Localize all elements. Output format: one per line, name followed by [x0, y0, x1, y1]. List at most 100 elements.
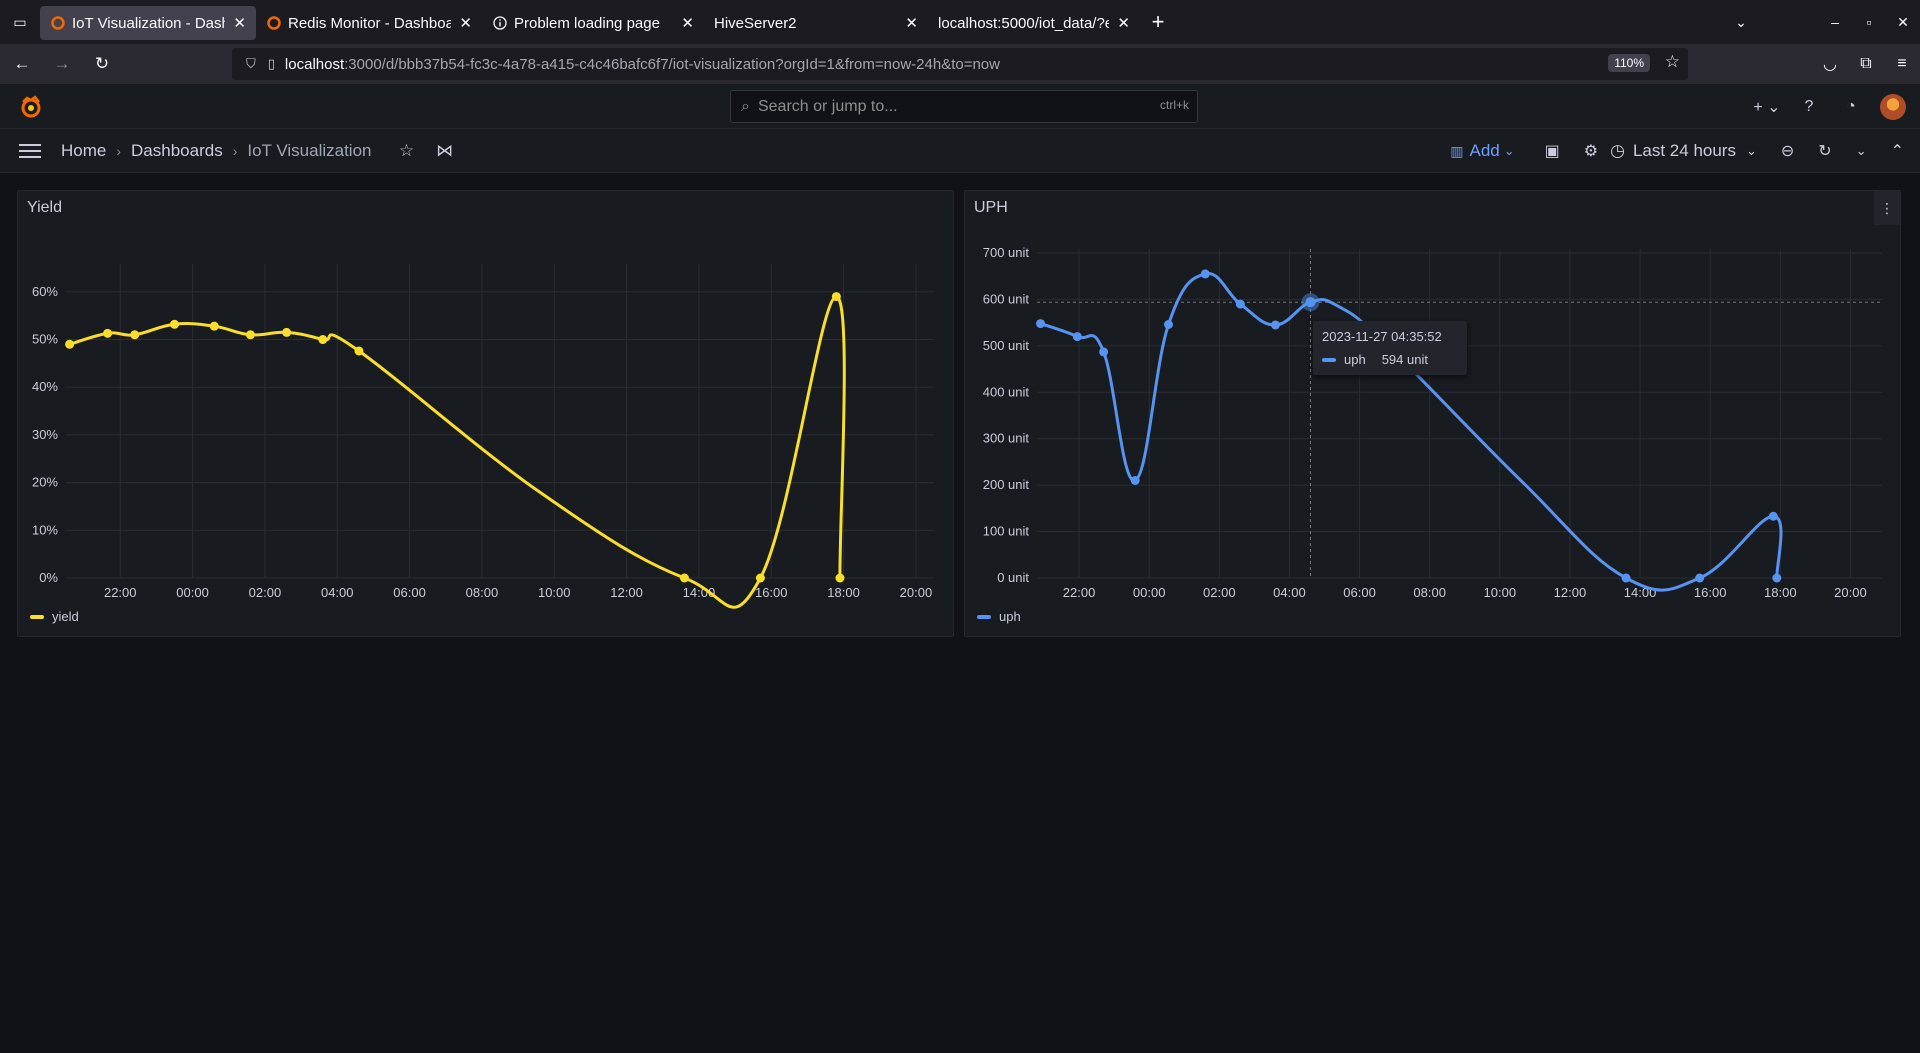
x-tick-label: 12:00 [610, 585, 643, 600]
help-icon[interactable]: ? [1788, 98, 1830, 116]
browser-nav-bar: ← → ↻ ⛉ ▯ localhost:3000/d/bbb37b54-fc3c… [0, 44, 1920, 84]
x-tick-label: 10:00 [1484, 585, 1517, 600]
chevron-down-icon[interactable]: ⌄ [1724, 14, 1758, 31]
collapse-icon[interactable]: ⌃ [1891, 141, 1904, 161]
refresh-icon[interactable]: ↻ [1818, 141, 1831, 161]
data-point [1235, 299, 1245, 309]
menu-icon[interactable]: ≡ [1884, 55, 1920, 73]
data-point [318, 335, 328, 345]
uph-chart[interactable]: 0 unit 100 unit 200 unit 300 unit 400 unit 50… [965, 191, 1902, 638]
x-tick-label: 08:00 [1413, 585, 1446, 600]
x-tick-label: 18:00 [1764, 585, 1797, 600]
browser-tab-redis[interactable]: Redis Monitor - Dashboard ✕ [256, 6, 482, 40]
x-tick-label: 02:00 [1203, 585, 1236, 600]
browser-tab-hive[interactable]: HiveServer2 ✕ [704, 6, 928, 40]
breadcrumb-dashboards[interactable]: Dashboards [131, 141, 223, 161]
address-bar[interactable]: ⛉ ▯ localhost:3000/d/bbb37b54-fc3c-4a78-… [232, 48, 1688, 80]
bookmark-star-icon[interactable]: ☆ [1665, 52, 1680, 72]
close-tab-icon[interactable]: ✕ [681, 14, 694, 32]
page-icon: ▯ [267, 56, 275, 71]
y-tick-label: 60% [32, 284, 58, 299]
browser-tab-localhost5000[interactable]: localhost:5000/iot_data/?end ✕ [928, 6, 1140, 40]
x-tick-label: 20:00 [1834, 585, 1867, 600]
y-tick-label: 50% [32, 332, 58, 347]
zoom-out-icon[interactable]: ⊖ [1781, 141, 1794, 161]
tab-list-icon[interactable]: ▭ [0, 0, 40, 44]
avatar[interactable] [1880, 93, 1906, 120]
grafana-icon [50, 15, 66, 31]
data-point [1200, 269, 1210, 279]
x-tick-label: 10:00 [538, 585, 571, 600]
legend-item[interactable]: uph [977, 609, 1021, 624]
y-tick-label: 30% [32, 427, 58, 442]
data-point [835, 573, 845, 583]
legend-item[interactable]: yield [30, 609, 79, 624]
x-tick-label: 06:00 [1343, 585, 1376, 600]
share-icon[interactable]: ⋈ [426, 141, 464, 161]
close-tab-icon[interactable]: ✕ [459, 14, 472, 32]
news-rss-icon[interactable]: ◔ [1830, 98, 1872, 116]
uph-panel[interactable]: UPH ⋮ 0 unit 100 unit 200 unit 300 unit 400 … [964, 190, 1901, 637]
breadcrumb-bar: Home › Dashboards › IoT Visualization ☆ … [0, 129, 1920, 173]
close-tab-icon[interactable]: ✕ [1117, 14, 1130, 32]
restore-icon[interactable]: ▫ [1852, 14, 1886, 30]
yield-panel[interactable]: Yield 0% 10% 20% 30% 40% 50% 60% 22:00 00:00 02:0… [17, 190, 954, 637]
minimize-icon[interactable]: – [1818, 14, 1852, 30]
y-tick-label: 600 unit [983, 291, 1030, 306]
x-tick-label: 08:00 [466, 585, 499, 600]
grafana-logo-icon[interactable] [18, 94, 44, 120]
reload-icon[interactable]: ↻ [84, 48, 120, 80]
y-tick-label: 200 unit [983, 477, 1030, 492]
browser-tab-iot[interactable]: IoT Visualization - Dashboard ✕ [40, 6, 256, 40]
legend-swatch [30, 614, 44, 619]
x-tick-label: 22:00 [104, 585, 137, 600]
add-button[interactable]: ▥ Add ⌄ [1450, 141, 1514, 161]
time-range-picker[interactable]: ◷ Last 24 hours ⌄ [1610, 141, 1757, 161]
chart-tooltip: 2023-11-27 04:35:52 uph 594 unit [1313, 321, 1467, 375]
star-icon[interactable]: ☆ [388, 141, 426, 161]
x-tick-label: 22:00 [1063, 585, 1096, 600]
hamburger-menu-icon[interactable] [19, 140, 41, 162]
x-tick-label: 16:00 [755, 585, 788, 600]
breadcrumb-home[interactable]: Home [61, 141, 106, 161]
data-point [755, 573, 765, 583]
y-tick-label: 40% [32, 379, 58, 394]
grafana-top-bar: ⌕ Search or jump to... ctrl+k + ⌄ ? ◔ [0, 84, 1920, 129]
hover-point-core [1305, 297, 1316, 308]
data-point [1036, 319, 1046, 329]
close-tab-icon[interactable]: ✕ [905, 14, 918, 32]
browser-tab-strip: ▭ IoT Visualization - Dashboard ✕ Redis … [0, 0, 1920, 44]
plus-icon[interactable]: + ⌄ [1746, 97, 1788, 117]
yield-chart[interactable]: 0% 10% 20% 30% 40% 50% 60% 22:00 00:00 02:00 04:00… [18, 191, 955, 638]
y-tick-label: 400 unit [983, 384, 1030, 399]
chevron-down-icon[interactable]: ⌄ [1856, 143, 1867, 159]
x-tick-label: 20:00 [900, 585, 933, 600]
save-icon[interactable]: ▣ [1545, 141, 1560, 161]
breadcrumb-separator-icon: › [232, 142, 238, 159]
x-tick-label: 02:00 [249, 585, 282, 600]
gear-icon[interactable]: ⚙ [1584, 141, 1598, 161]
extensions-icon[interactable]: ⧉ [1848, 55, 1884, 73]
search-input[interactable]: ⌕ Search or jump to... ctrl+k [730, 90, 1198, 123]
x-tick-label: 18:00 [827, 585, 860, 600]
close-tab-icon[interactable]: ✕ [233, 14, 246, 32]
data-point [1695, 573, 1705, 583]
tooltip-series: uph [1344, 352, 1366, 367]
x-tick-label: 00:00 [176, 585, 209, 600]
data-point [65, 339, 75, 349]
y-tick-label: 500 unit [983, 338, 1030, 353]
zoom-level-badge[interactable]: 110% [1608, 54, 1650, 72]
x-tick-label: 04:00 [1273, 585, 1306, 600]
data-point [1099, 347, 1109, 357]
new-tab-button[interactable]: + [1140, 5, 1176, 39]
x-tick-label: 06:00 [393, 585, 426, 600]
y-tick-label: 10% [32, 522, 58, 537]
y-tick-label: 700 unit [983, 245, 1030, 260]
pocket-icon[interactable]: ◡ [1812, 54, 1848, 74]
data-point [282, 327, 292, 337]
close-window-icon[interactable]: ✕ [1886, 14, 1920, 31]
data-point [130, 330, 140, 340]
forward-arrow-icon[interactable]: → [44, 48, 80, 80]
browser-tab-problem[interactable]: Problem loading page ✕ [482, 6, 704, 40]
back-arrow-icon[interactable]: ← [4, 48, 40, 80]
